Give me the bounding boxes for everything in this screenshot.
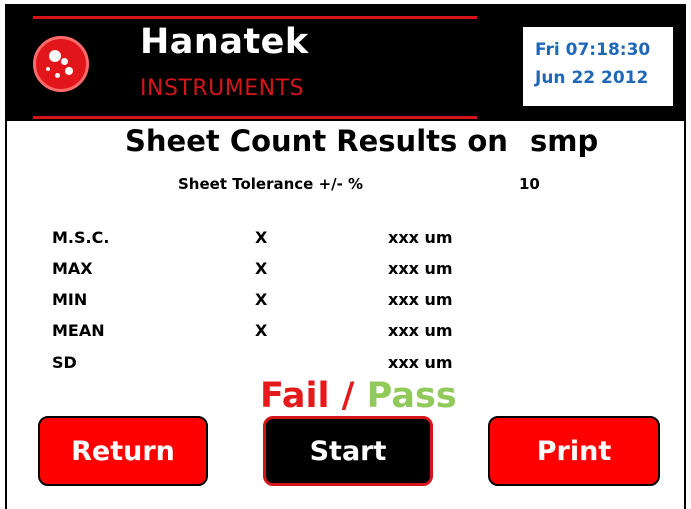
result-row-mean: MEAN X xxx um bbox=[0, 321, 691, 349]
result-label: SD bbox=[52, 353, 77, 372]
result-unit: xxx um bbox=[388, 353, 453, 372]
sheet-count-screen: Hanatek INSTRUMENTS Fri 07:18:30 Jun 22 … bbox=[0, 0, 691, 509]
result-row-max: MAX X xxx um bbox=[0, 259, 691, 287]
status-pass: Pass bbox=[366, 376, 457, 416]
page-title: Sheet Count Results on bbox=[125, 124, 508, 158]
result-label: MEAN bbox=[52, 321, 105, 340]
result-unit: xxx um bbox=[388, 290, 453, 309]
datetime-date: Jun 22 2012 bbox=[535, 68, 649, 88]
header-divider-bottom bbox=[33, 116, 477, 119]
result-unit: xxx um bbox=[388, 321, 453, 340]
pass-fail-status: Fail / Pass bbox=[260, 376, 457, 416]
result-unit: xxx um bbox=[388, 228, 453, 247]
result-label: MIN bbox=[52, 290, 88, 309]
tolerance-label: Sheet Tolerance +/- % bbox=[178, 175, 364, 193]
header-bar: Hanatek INSTRUMENTS Fri 07:18:30 Jun 22 … bbox=[5, 4, 686, 121]
result-unit: xxx um bbox=[388, 259, 453, 278]
result-row-msc: M.S.C. X xxx um bbox=[0, 228, 691, 256]
brand-name: Hanatek bbox=[140, 22, 309, 62]
header-divider-top bbox=[33, 16, 477, 19]
tolerance-value: 10 bbox=[519, 175, 540, 193]
print-button[interactable]: Print bbox=[488, 416, 660, 486]
result-label: MAX bbox=[52, 259, 93, 278]
result-row-min: MIN X xxx um bbox=[0, 290, 691, 318]
status-fail: Fail bbox=[260, 376, 330, 416]
hanatek-logo-icon bbox=[33, 36, 89, 92]
result-value: X bbox=[255, 228, 268, 247]
result-value: X bbox=[255, 321, 268, 340]
result-label: M.S.C. bbox=[52, 228, 110, 247]
status-separator: / bbox=[341, 376, 355, 416]
result-value: X bbox=[255, 259, 268, 278]
brand-subtitle: INSTRUMENTS bbox=[140, 76, 304, 101]
return-button[interactable]: Return bbox=[38, 416, 208, 486]
datetime-time: Fri 07:18:30 bbox=[535, 40, 651, 60]
start-button[interactable]: Start bbox=[263, 416, 433, 486]
result-value: X bbox=[255, 290, 268, 309]
datetime-display: Fri 07:18:30 Jun 22 2012 bbox=[523, 27, 673, 106]
sample-name: smp bbox=[530, 124, 599, 158]
